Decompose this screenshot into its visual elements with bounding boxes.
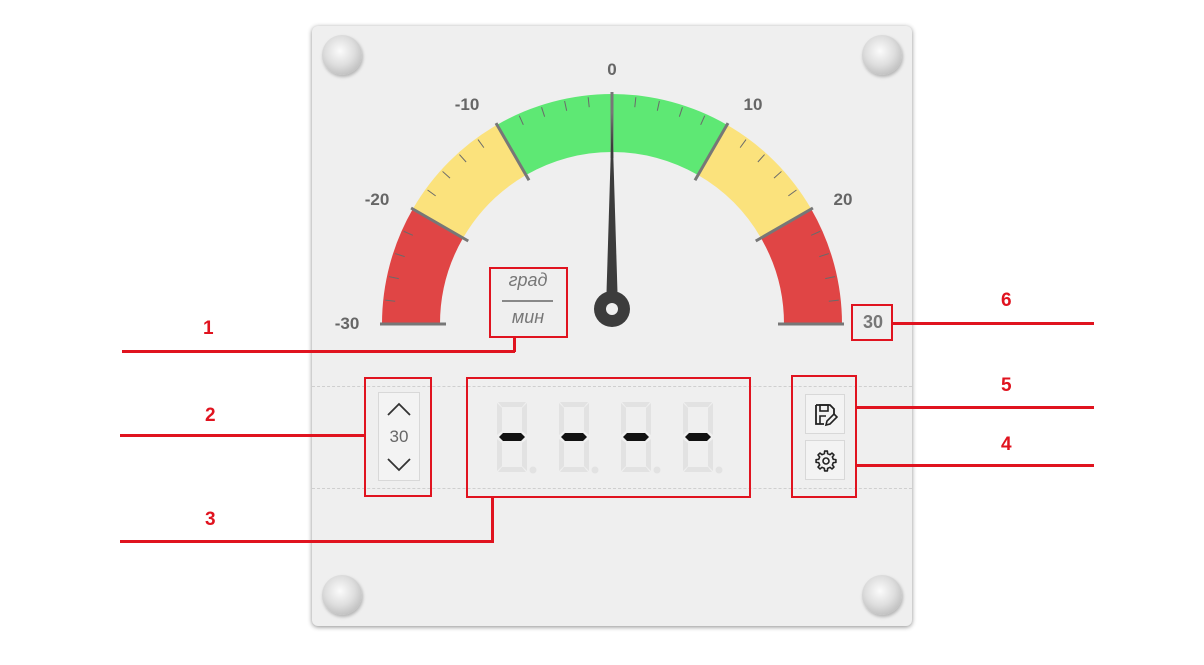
annotation-number: 3 xyxy=(205,509,216,530)
annotation-line-1-stem xyxy=(513,336,516,352)
scale-label: 0 xyxy=(607,60,616,79)
annotation-box-units xyxy=(489,267,568,338)
annotation-line-3-stem xyxy=(491,496,494,542)
annotation-box-max xyxy=(851,304,893,341)
scale-label: -20 xyxy=(365,190,390,209)
annotation-number: 2 xyxy=(205,405,216,426)
annotation-line-5 xyxy=(856,406,1094,409)
annotation-box-range xyxy=(364,377,432,497)
annotation-line-6 xyxy=(892,322,1094,325)
annotation-number: 1 xyxy=(203,318,214,339)
scale-label: -30 xyxy=(335,314,360,333)
annotation-line-1 xyxy=(122,350,515,353)
scale-label: -10 xyxy=(455,95,480,114)
annotation-number: 5 xyxy=(1001,375,1012,396)
annotation-box-buttons xyxy=(791,375,857,498)
annotation-number: 4 xyxy=(1001,434,1012,455)
annotation-line-4 xyxy=(856,464,1094,467)
scale-label: 20 xyxy=(834,190,853,209)
scale-label: 10 xyxy=(744,95,763,114)
annotation-line-2 xyxy=(120,434,365,437)
annotation-box-display xyxy=(466,377,751,498)
gauge-dial: -30 -20 -10 0 10 20 xyxy=(335,60,853,333)
annotation-number: 6 xyxy=(1001,290,1012,311)
annotation-line-3 xyxy=(120,540,494,543)
